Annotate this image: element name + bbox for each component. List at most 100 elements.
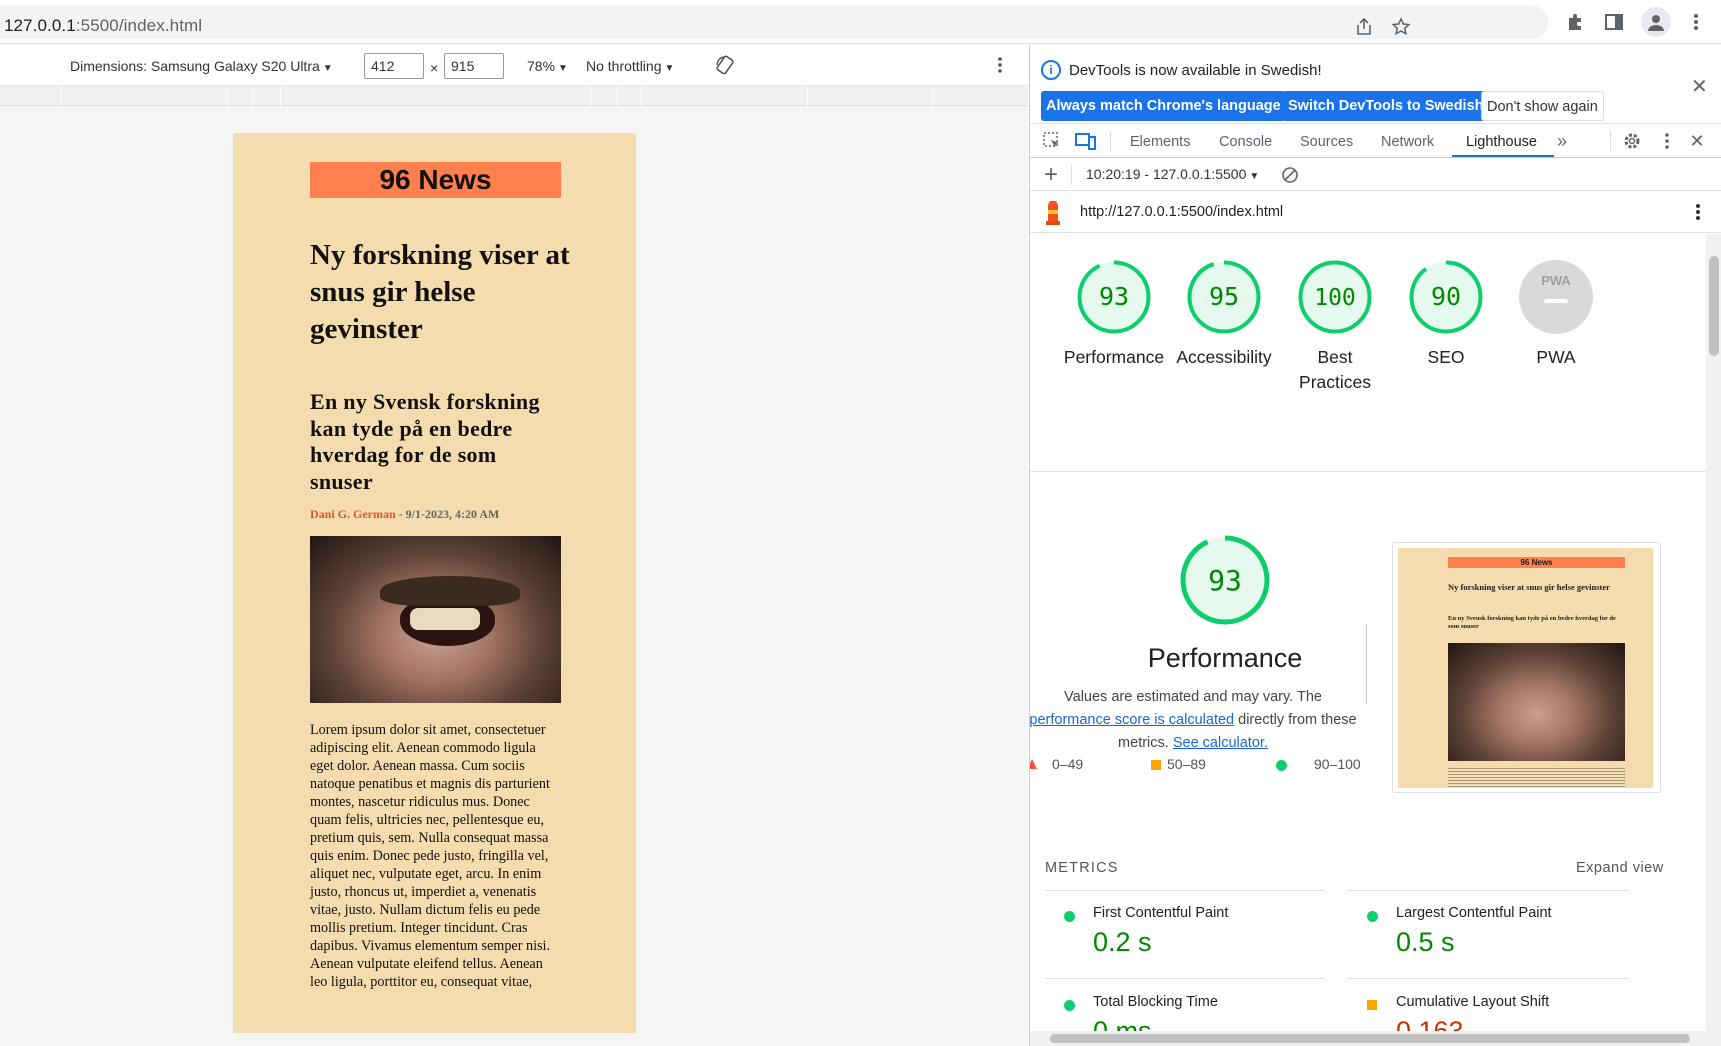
pass-circle-icon bbox=[1064, 911, 1075, 922]
metric-value: 0 ms bbox=[1093, 1016, 1152, 1031]
thumb-body-lines bbox=[1448, 766, 1625, 788]
pass-circle-icon bbox=[1276, 760, 1287, 771]
thumb-masthead: 96 News bbox=[1448, 557, 1625, 568]
always-match-language-button[interactable]: Always match Chrome's language bbox=[1041, 91, 1286, 121]
device-toggle-icon[interactable] bbox=[1074, 129, 1098, 153]
vertical-scrollbar[interactable] bbox=[1706, 234, 1721, 1031]
see-calculator-link[interactable]: See calculator. bbox=[1173, 735, 1268, 751]
legend-fail: 0–49 bbox=[1052, 756, 1084, 772]
gauge-pwa[interactable]: PWA PWA bbox=[1496, 259, 1616, 370]
gauge-label: Accessibility bbox=[1176, 347, 1272, 367]
article-author: Dani G. German bbox=[310, 507, 396, 521]
scrollbar-thumb[interactable] bbox=[1050, 1034, 1690, 1043]
thumb-photo bbox=[1448, 643, 1625, 761]
gauge-label: PWA bbox=[1536, 347, 1576, 367]
extensions-puzzle-icon[interactable] bbox=[1564, 10, 1588, 34]
width-input[interactable]: 412 bbox=[364, 53, 424, 79]
legend-average: 50–89 bbox=[1167, 756, 1206, 772]
pass-circle-icon bbox=[1367, 911, 1378, 922]
device-toolbar-more-icon[interactable] bbox=[988, 53, 1012, 77]
fail-triangle-icon bbox=[1030, 759, 1037, 769]
score-legend: 0–49 50–89 90–100 bbox=[1030, 756, 1370, 776]
horizontal-scrollbar[interactable] bbox=[1030, 1031, 1721, 1046]
big-gauge-score: 93 bbox=[1208, 564, 1242, 597]
article-subheadline: En ny Svensk forskning kan tyde på en be… bbox=[310, 389, 540, 494]
media-query-ruler[interactable] bbox=[0, 86, 1028, 106]
more-tabs-chevron-icon[interactable]: » bbox=[1557, 131, 1567, 152]
devtools-panel: i DevTools is now available in Swedish! … bbox=[1029, 45, 1721, 1046]
scrollbar-thumb[interactable] bbox=[1709, 256, 1719, 356]
address-bar[interactable]: 127.0.0.1:5500/index.html bbox=[0, 5, 1548, 39]
gauge-seo[interactable]: 90 SEO bbox=[1386, 259, 1506, 370]
devtools-tabbar: Elements Console Sources Network Lightho… bbox=[1030, 124, 1721, 158]
gauge-label: Best Practices bbox=[1299, 347, 1371, 392]
gauge-ring-performance: 93 bbox=[1077, 260, 1151, 334]
info-icon: i bbox=[1041, 60, 1061, 80]
site-masthead: 96 News bbox=[310, 162, 561, 198]
side-panel-icon[interactable] bbox=[1602, 10, 1626, 34]
performance-detail-title: Performance bbox=[1147, 643, 1303, 673]
chrome-menu-icon[interactable] bbox=[1684, 10, 1708, 34]
metric-name: Largest Contentful Paint bbox=[1396, 905, 1552, 921]
url-text[interactable]: 127.0.0.1:5500/index.html bbox=[4, 16, 202, 36]
performance-detail-gauge: 93 Performance bbox=[1120, 534, 1330, 674]
expand-view-button[interactable]: Expand view bbox=[1576, 860, 1664, 876]
report-menu-icon[interactable] bbox=[1686, 200, 1710, 224]
report-url[interactable]: http://127.0.0.1:5500/index.html bbox=[1080, 204, 1283, 220]
tab-console[interactable]: Console bbox=[1219, 134, 1272, 150]
gauge-ring-seo: 90 bbox=[1409, 260, 1483, 334]
browser-toolbar: 127.0.0.1:5500/index.html bbox=[0, 0, 1721, 44]
infobar-message: DevTools is now available in Swedish! bbox=[1069, 62, 1322, 79]
divider bbox=[1348, 890, 1628, 891]
tab-network[interactable]: Network bbox=[1381, 134, 1434, 150]
close-icon[interactable]: ✕ bbox=[1691, 74, 1708, 99]
gauge-score: 90 bbox=[1431, 282, 1461, 311]
tab-sources[interactable]: Sources bbox=[1300, 134, 1353, 150]
zoom-select[interactable]: 78% ▼ bbox=[527, 58, 568, 74]
pass-circle-icon bbox=[1064, 1000, 1075, 1011]
lighthouse-logo-icon bbox=[1041, 200, 1065, 225]
height-input[interactable]: 915 bbox=[444, 53, 504, 79]
gauge-best-practices[interactable]: 100 Best Practices bbox=[1275, 259, 1395, 395]
gauge-ring-accessibility: 95 bbox=[1187, 260, 1261, 334]
clear-reports-icon[interactable] bbox=[1278, 163, 1302, 187]
gauge-performance[interactable]: 93 Performance bbox=[1054, 259, 1174, 370]
divider bbox=[1348, 978, 1628, 979]
metric-name: Total Blocking Time bbox=[1093, 994, 1218, 1010]
device-select[interactable]: Dimensions: Samsung Galaxy S20 Ultra ▼ bbox=[70, 58, 333, 74]
throttling-select[interactable]: No throttling ▼ bbox=[586, 58, 674, 74]
inspect-element-icon[interactable] bbox=[1040, 129, 1064, 153]
report-url-bar: http://127.0.0.1:5500/index.html bbox=[1030, 191, 1721, 233]
profile-avatar-icon[interactable] bbox=[1641, 7, 1671, 37]
average-square-icon bbox=[1151, 760, 1161, 770]
switch-to-swedish-button[interactable]: Switch DevTools to Swedish bbox=[1283, 91, 1489, 121]
tab-lighthouse[interactable]: Lighthouse bbox=[1466, 134, 1537, 150]
share-icon[interactable] bbox=[1352, 15, 1376, 39]
score-calculated-link[interactable]: performance score is calculated bbox=[1030, 712, 1234, 728]
report-select[interactable]: 10:20:19 - 127.0.0.1:5500 ▼ bbox=[1086, 166, 1259, 182]
close-devtools-icon[interactable]: ✕ bbox=[1685, 129, 1709, 153]
metric-value: 0.5 s bbox=[1396, 927, 1455, 957]
news-page: 96 News Ny forskning viser at snus gir h… bbox=[233, 133, 636, 1033]
article-photo bbox=[310, 536, 561, 703]
devtools-menu-icon[interactable] bbox=[1655, 129, 1679, 153]
average-square-icon bbox=[1367, 1000, 1377, 1010]
gauge-score: 93 bbox=[1099, 282, 1129, 311]
metrics-heading: METRICS bbox=[1045, 860, 1119, 876]
dimension-times: × bbox=[430, 60, 439, 76]
article-body: Lorem ipsum dolor sit amet, consectetuer… bbox=[310, 722, 551, 990]
dont-show-again-button[interactable]: Don't show again bbox=[1481, 91, 1604, 121]
settings-gear-icon[interactable] bbox=[1620, 129, 1644, 153]
new-report-plus-icon[interactable]: + bbox=[1039, 161, 1063, 188]
divider bbox=[1045, 978, 1325, 979]
thumb-subheadline: En ny Svensk forskning kan tyde på en be… bbox=[1448, 615, 1616, 630]
tab-elements[interactable]: Elements bbox=[1130, 134, 1190, 150]
rotate-icon[interactable] bbox=[713, 53, 737, 77]
estimate-text: Values are estimated and may vary. The bbox=[1064, 689, 1322, 705]
final-screenshot-thumbnail[interactable]: 96 News Ny forskning viser at snus gir h… bbox=[1392, 542, 1661, 793]
gauge-accessibility[interactable]: 95 Accessibility bbox=[1164, 259, 1284, 370]
gauge-label: Performance bbox=[1063, 347, 1165, 367]
bookmark-star-icon[interactable] bbox=[1389, 15, 1413, 39]
metric-name: Cumulative Layout Shift bbox=[1396, 994, 1550, 1010]
article-date: - 9/1-2023, 4:20 AM bbox=[395, 507, 500, 521]
